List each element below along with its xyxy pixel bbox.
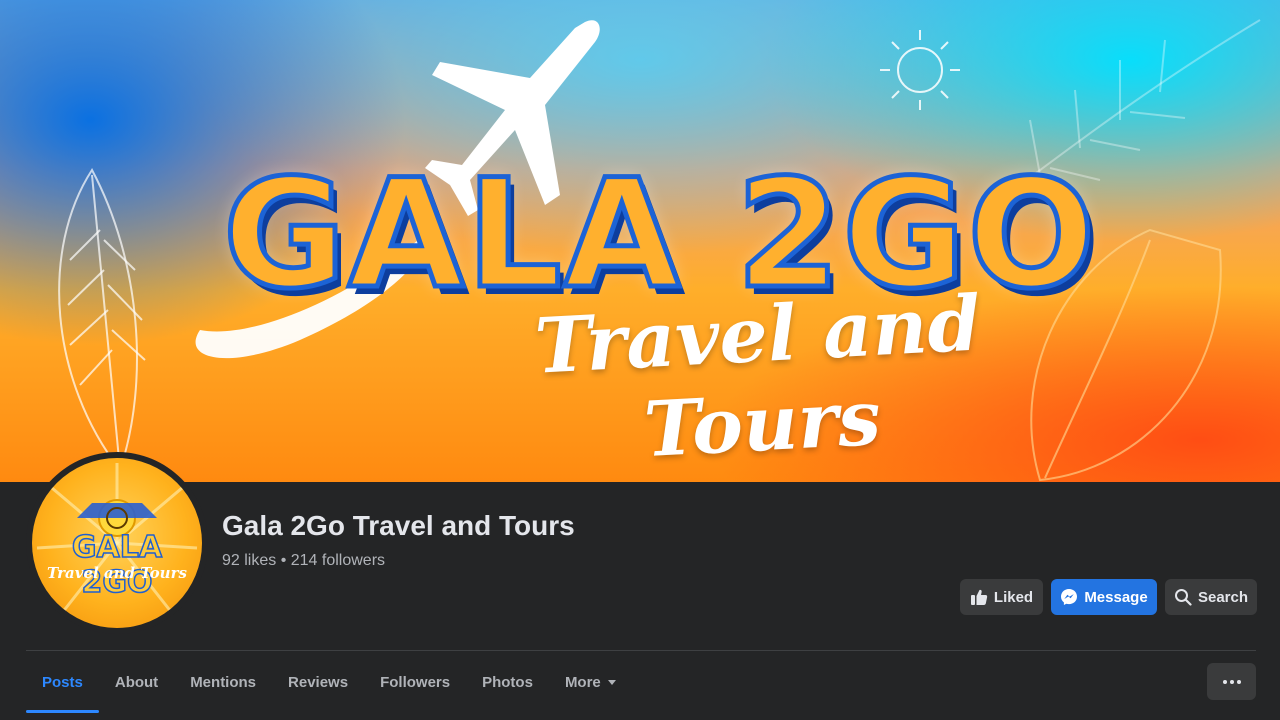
dot-icon — [1229, 679, 1234, 684]
tab-posts[interactable]: Posts — [26, 651, 99, 713]
tab-about[interactable]: About — [99, 651, 174, 713]
tab-reviews[interactable]: Reviews — [272, 651, 364, 713]
facebook-page: GALA 2GO Travel and Tours GALA 2GO Trave… — [0, 0, 1280, 720]
tab-followers[interactable]: Followers — [364, 651, 466, 713]
tab-photos[interactable]: Photos — [466, 651, 549, 713]
page-stats[interactable]: 92 likes • 214 followers — [222, 552, 385, 570]
tab-mentions[interactable]: Mentions — [174, 651, 272, 713]
more-options-button[interactable] — [1207, 663, 1256, 700]
search-button[interactable]: Search — [1165, 579, 1257, 615]
page-title[interactable]: Gala 2Go Travel and Tours — [222, 510, 575, 542]
tab-label: Posts — [42, 673, 83, 691]
search-label: Search — [1197, 588, 1249, 606]
avatar-image: GALA 2GO Travel and Tours — [32, 458, 202, 628]
dot-icon — [1236, 679, 1241, 684]
tab-label: Reviews — [288, 673, 349, 691]
page-tabs: Posts About Mentions Reviews Followers P… — [26, 651, 632, 713]
tab-label: Photos — [482, 673, 533, 691]
dot-icon — [1222, 679, 1227, 684]
liked-label: Liked — [993, 588, 1034, 606]
sun-icon — [880, 30, 960, 110]
feather-leaf-icon — [58, 168, 146, 473]
search-icon — [1174, 589, 1192, 606]
cover-photo[interactable]: GALA 2GO Travel and Tours — [0, 0, 1280, 482]
message-button[interactable]: Message — [1051, 579, 1157, 615]
tab-label: About — [114, 673, 159, 691]
tab-label: More — [564, 673, 601, 691]
avatar-logo-subtitle: Travel and Tours — [47, 564, 187, 582]
thumbs-up-icon — [970, 589, 988, 605]
tab-label: Followers — [380, 673, 451, 691]
tab-more[interactable]: More — [549, 651, 632, 713]
cover-subtitle: Travel and Tours — [532, 278, 983, 475]
liked-button[interactable]: Liked — [960, 579, 1043, 615]
messenger-icon — [1061, 589, 1078, 605]
tab-label: Mentions — [190, 673, 257, 691]
profile-picture[interactable]: GALA 2GO Travel and Tours — [26, 452, 208, 634]
caret-down-icon — [607, 679, 616, 685]
message-label: Message — [1084, 588, 1148, 606]
